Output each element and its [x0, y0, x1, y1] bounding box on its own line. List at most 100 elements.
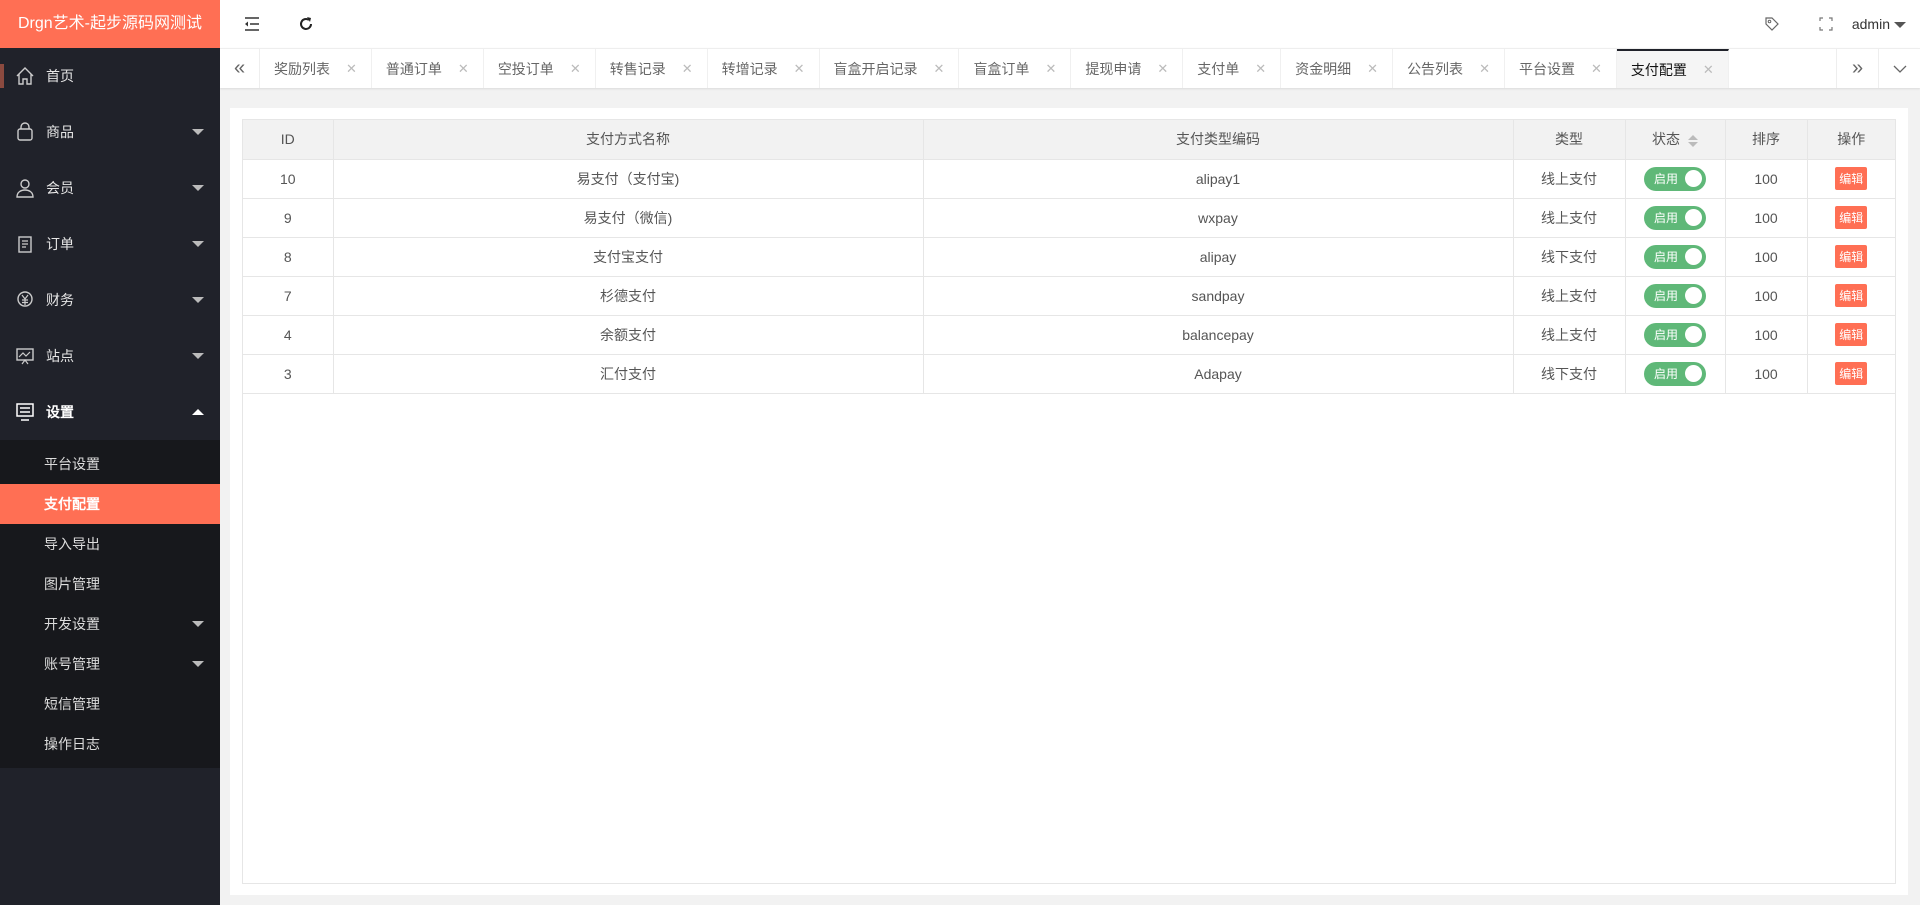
- tab-label: 资金明细: [1295, 60, 1352, 77]
- edit-button[interactable]: 编辑: [1835, 362, 1868, 385]
- sidebar-item-label: 订单: [46, 236, 74, 252]
- tabs-menu-button[interactable]: [1878, 49, 1920, 88]
- tabs-scroll-right-button[interactable]: »: [1836, 49, 1878, 88]
- app-logo: Drgn艺术-起步源码网测试: [0, 0, 220, 48]
- close-icon[interactable]: ✕: [1703, 62, 1714, 78]
- submenu-item-image-manage[interactable]: 图片管理: [0, 564, 220, 604]
- sort-icon[interactable]: [1688, 134, 1698, 147]
- close-icon[interactable]: ✕: [1367, 61, 1378, 77]
- submenu-item-sms-manage[interactable]: 短信管理: [0, 684, 220, 724]
- tab-label: 转增记录: [721, 60, 778, 77]
- col-status[interactable]: 状态: [1625, 120, 1726, 160]
- close-icon[interactable]: ✕: [1045, 61, 1056, 77]
- tab[interactable]: 公告列表 ✕: [1393, 49, 1505, 88]
- close-icon[interactable]: ✕: [934, 61, 945, 77]
- user-icon: [14, 177, 36, 199]
- cell-type: 线上支付: [1513, 159, 1626, 199]
- collapse-sidebar-button[interactable]: [232, 0, 272, 48]
- close-icon[interactable]: ✕: [1157, 61, 1168, 77]
- cell-sort: 100: [1725, 315, 1808, 355]
- close-icon[interactable]: ✕: [1591, 61, 1602, 77]
- status-toggle[interactable]: 启用: [1644, 322, 1706, 347]
- tab[interactable]: 平台设置 ✕: [1505, 49, 1617, 88]
- submenu-item-payment-config[interactable]: 支付配置: [0, 484, 220, 524]
- cell-id: 3: [243, 354, 334, 394]
- tab-bar: « 奖励列表 ✕ 普通订单 ✕ 空投订单 ✕ 转售记录 ✕ 转增记录 ✕ 盲盒开启记录 ✕ …: [220, 48, 1920, 88]
- tab-label: 盲盒订单: [973, 60, 1030, 77]
- settings-submenu: 平台设置 支付配置 导入导出 图片管理 开发设置 账号管理 短信管理 操作日志: [0, 440, 220, 768]
- edit-button[interactable]: 编辑: [1835, 167, 1868, 190]
- sidebar-item-orders[interactable]: 订单: [0, 216, 220, 272]
- submenu-item-dev-settings[interactable]: 开发设置: [0, 604, 220, 644]
- edit-button[interactable]: 编辑: [1835, 323, 1868, 346]
- submenu-item-import-export[interactable]: 导入导出: [0, 524, 220, 564]
- cell-code: alipay1: [923, 159, 1514, 199]
- status-toggle[interactable]: 启用: [1644, 166, 1706, 191]
- cell-type: 线下支付: [1513, 237, 1626, 277]
- table-header-row: ID 支付方式名称 支付类型编码 类型 状态 排序 操作: [243, 120, 1895, 160]
- cell-action: 编辑: [1807, 276, 1895, 316]
- cell-code: alipay: [923, 237, 1514, 277]
- tab[interactable]: 资金明细 ✕: [1281, 49, 1394, 88]
- table-row: 7 杉德支付 sandpay 线上支付 启用 100 编辑: [243, 276, 1895, 316]
- close-icon[interactable]: ✕: [1479, 61, 1490, 77]
- close-icon[interactable]: ✕: [682, 61, 693, 77]
- sidebar-item-label: 站点: [46, 348, 74, 364]
- cell-action: 编辑: [1807, 315, 1895, 355]
- tab[interactable]: 空投订单 ✕: [484, 49, 596, 88]
- fullscreen-button[interactable]: [1806, 0, 1846, 48]
- table-row: 4 余额支付 balancepay 线上支付 启用 100 编辑: [243, 315, 1895, 355]
- close-icon[interactable]: ✕: [1255, 61, 1266, 77]
- cell-sort: 100: [1725, 276, 1808, 316]
- caret-down-icon: [192, 129, 204, 135]
- top-header: admin: [220, 0, 1920, 48]
- cell-type: 线下支付: [1513, 354, 1626, 394]
- tab-active[interactable]: 支付配置 ✕: [1616, 49, 1729, 88]
- status-toggle[interactable]: 启用: [1644, 361, 1706, 386]
- tab[interactable]: 支付单 ✕: [1183, 49, 1282, 88]
- tab-label: 奖励列表: [274, 60, 330, 77]
- status-toggle[interactable]: 启用: [1644, 283, 1706, 308]
- sidebar-item-home[interactable]: 首页: [0, 48, 220, 104]
- tab[interactable]: 盲盒订单 ✕: [959, 49, 1072, 88]
- sidebar: 首页 商品 会员 订单 财务 站点 设置 平台设置 支付配置 导入导出 图片管理…: [0, 48, 220, 905]
- cell-code: wxpay: [923, 198, 1514, 238]
- sidebar-item-finance[interactable]: 财务: [0, 272, 220, 328]
- refresh-icon: [300, 17, 312, 30]
- tab-label: 盲盒开启记录: [833, 60, 918, 77]
- tab[interactable]: 提现申请 ✕: [1071, 49, 1184, 88]
- submenu-item-platform-settings[interactable]: 平台设置: [0, 444, 220, 484]
- edit-button[interactable]: 编辑: [1835, 245, 1868, 268]
- status-toggle[interactable]: 启用: [1644, 205, 1706, 230]
- status-toggle[interactable]: 启用: [1644, 244, 1706, 269]
- edit-button[interactable]: 编辑: [1835, 206, 1868, 229]
- sidebar-item-members[interactable]: 会员: [0, 160, 220, 216]
- tab[interactable]: 普通订单 ✕: [372, 49, 484, 88]
- sidebar-item-settings[interactable]: 设置: [0, 384, 220, 440]
- close-icon[interactable]: ✕: [458, 61, 469, 77]
- cell-action: 编辑: [1807, 198, 1895, 238]
- edit-button[interactable]: 编辑: [1835, 284, 1868, 307]
- toggle-label: 启用: [1654, 250, 1679, 264]
- payment-table-wrapper: ID 支付方式名称 支付类型编码 类型 状态 排序 操作 10 易支付（支付宝)…: [242, 119, 1896, 884]
- sidebar-item-goods[interactable]: 商品: [0, 104, 220, 160]
- tab[interactable]: 盲盒开启记录 ✕: [820, 49, 960, 88]
- submenu-item-operation-log[interactable]: 操作日志: [0, 724, 220, 764]
- tag-button[interactable]: [1752, 0, 1792, 48]
- sidebar-item-site[interactable]: 站点: [0, 328, 220, 384]
- col-action: 操作: [1807, 120, 1895, 160]
- submenu-item-account-manage[interactable]: 账号管理: [0, 644, 220, 684]
- close-icon[interactable]: ✕: [794, 61, 805, 77]
- tab[interactable]: 奖励列表 ✕: [260, 49, 372, 88]
- tab[interactable]: 转售记录 ✕: [596, 49, 708, 88]
- close-icon[interactable]: ✕: [346, 61, 357, 77]
- tab[interactable]: 转增记录 ✕: [708, 49, 820, 88]
- user-menu[interactable]: admin: [1852, 0, 1906, 48]
- col-type: 类型: [1513, 120, 1626, 160]
- toggle-label: 启用: [1654, 289, 1679, 303]
- cell-type: 线上支付: [1513, 315, 1626, 355]
- close-icon[interactable]: ✕: [570, 61, 581, 77]
- tabs-scroll-left-button[interactable]: «: [220, 49, 260, 88]
- refresh-button[interactable]: [286, 0, 326, 48]
- caret-down-icon: [192, 185, 204, 191]
